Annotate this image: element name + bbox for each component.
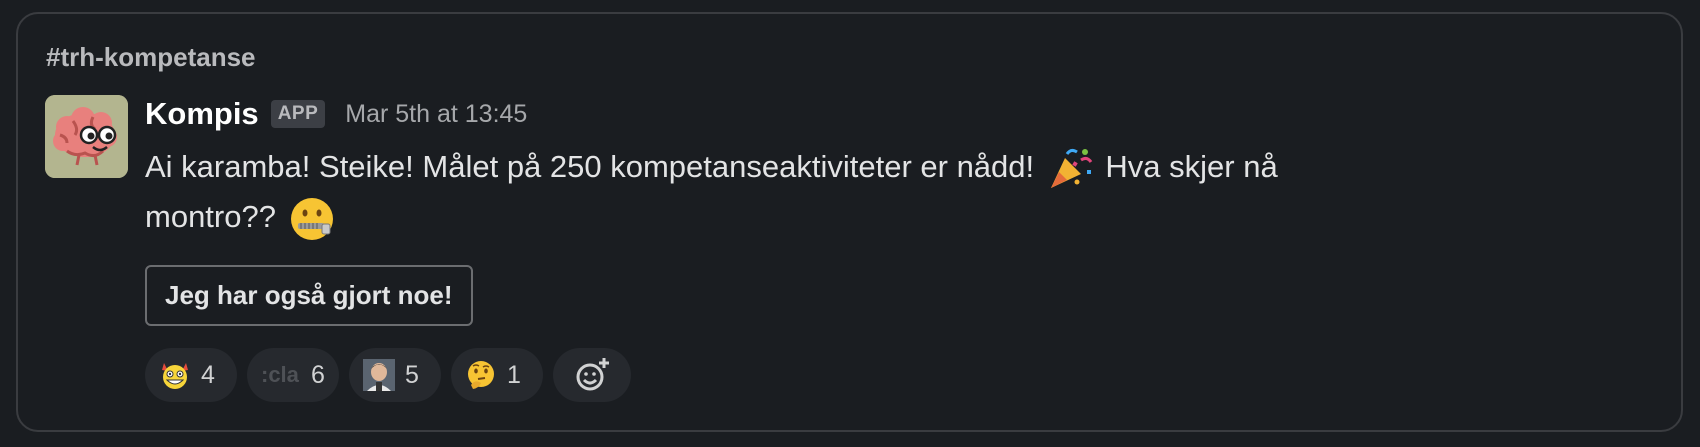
add-reaction-icon xyxy=(576,358,609,391)
message-header: Kompis APP Mar 5th at 13:45 xyxy=(145,92,1395,136)
sender-name[interactable]: Kompis xyxy=(145,96,259,132)
zipper-mouth-face-icon xyxy=(290,197,333,240)
reaction-count: 5 xyxy=(405,360,419,389)
person-photo-icon xyxy=(363,359,395,391)
reaction-count: 6 xyxy=(311,360,325,389)
reaction-count: 4 xyxy=(201,360,215,389)
timestamp[interactable]: Mar 5th at 13:45 xyxy=(345,100,527,129)
cla-custom-emoji: :cla xyxy=(261,362,299,387)
channel-name[interactable]: #trh-kompetanse xyxy=(46,42,256,73)
reaction-devil-grin[interactable]: 4 xyxy=(145,348,237,402)
party-popper-icon xyxy=(1050,148,1093,188)
jeg-har-ogsa-gjort-noe-button[interactable]: Jeg har også gjort noe! xyxy=(145,265,473,326)
reaction-thinking-face[interactable]: 1 xyxy=(451,348,543,402)
avatar[interactable] xyxy=(45,95,128,178)
message-text: Ai karamba! Steike! Målet på 250 kompeta… xyxy=(145,142,1385,242)
brain-avatar-icon xyxy=(45,95,128,178)
thinking-face-icon xyxy=(468,361,494,389)
devil-grin-icon xyxy=(162,363,188,389)
add-reaction-button[interactable] xyxy=(553,348,631,402)
message: Kompis APP Mar 5th at 13:45 Ai karamba! … xyxy=(145,92,1395,242)
reaction-person-photo[interactable]: 5 xyxy=(349,348,441,402)
reaction-cla[interactable]: :cla 6 xyxy=(247,348,339,402)
message-text-part1: Ai karamba! Steike! Målet på 250 kompeta… xyxy=(145,149,1035,184)
app-badge: APP xyxy=(270,100,326,128)
reactions-bar: 4 :cla 6 5 1 xyxy=(145,348,631,402)
reaction-count: 1 xyxy=(507,360,521,389)
